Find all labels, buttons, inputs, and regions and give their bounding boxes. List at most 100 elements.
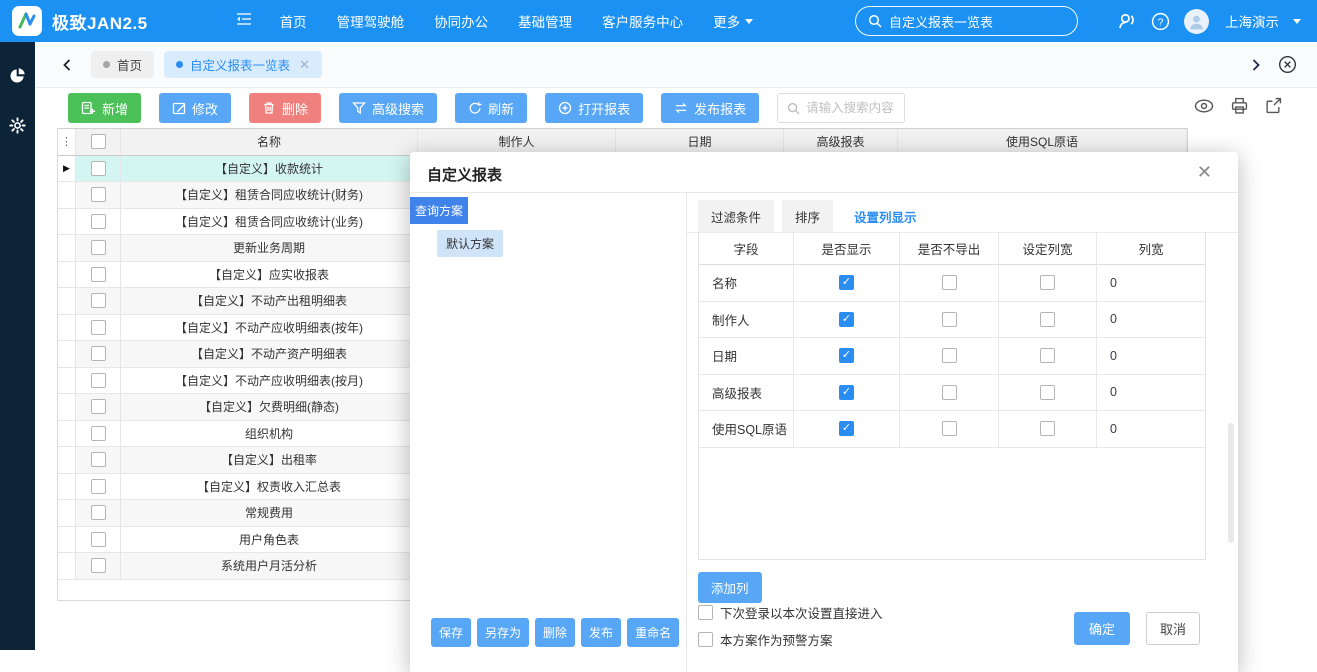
- announcement-icon[interactable]: [1118, 12, 1137, 31]
- toolbar-button-发布报表[interactable]: 发布报表: [661, 93, 759, 123]
- toolbar-button-新增[interactable]: 新增: [68, 93, 141, 123]
- user-avatar[interactable]: [1184, 9, 1209, 34]
- row-checkbox[interactable]: [91, 452, 106, 467]
- settings-tab-设置列显示[interactable]: 设置列显示: [841, 200, 930, 233]
- toolbar-button-删除[interactable]: 删除: [249, 93, 321, 123]
- row-checkbox[interactable]: [91, 161, 106, 176]
- no-export-checkbox[interactable]: [942, 348, 957, 363]
- row-checkbox[interactable]: [91, 293, 106, 308]
- grid-width-value[interactable]: 0: [1097, 411, 1205, 448]
- row-checkbox[interactable]: [91, 532, 106, 547]
- row-checkbox[interactable]: [91, 373, 106, 388]
- nav-item-more[interactable]: 更多: [713, 11, 753, 31]
- row-checkbox[interactable]: [91, 479, 106, 494]
- plan-button-发布[interactable]: 发布: [581, 618, 621, 647]
- nav-item-3[interactable]: 基础管理: [518, 11, 572, 31]
- nav-item-2[interactable]: 协同办公: [434, 11, 488, 31]
- plan-button-另存为[interactable]: 另存为: [477, 618, 529, 647]
- button-label: 删除: [282, 99, 308, 118]
- global-search[interactable]: 自定义报表一览表: [855, 6, 1078, 36]
- grid-width-value[interactable]: 0: [1097, 302, 1205, 339]
- tab-自定义报表一览表[interactable]: 自定义报表一览表✕: [164, 51, 322, 78]
- filter-icon: [352, 101, 366, 115]
- no-export-checkbox[interactable]: [942, 385, 957, 400]
- row-indicator-cell: [58, 368, 76, 395]
- gear-icon[interactable]: [0, 108, 35, 142]
- display-checkbox[interactable]: [839, 275, 854, 290]
- settings-tab-过滤条件[interactable]: 过滤条件: [698, 200, 774, 233]
- export-icon[interactable]: [1265, 97, 1282, 119]
- dialog-scrollbar[interactable]: [1228, 423, 1234, 543]
- help-icon[interactable]: ?: [1151, 12, 1170, 31]
- column-header-名称[interactable]: 名称: [121, 129, 418, 156]
- no-export-checkbox[interactable]: [942, 275, 957, 290]
- close-all-tabs-icon[interactable]: [1278, 55, 1297, 74]
- row-checkbox[interactable]: [91, 505, 106, 520]
- nav-item-1[interactable]: 管理驾驶舱: [337, 11, 405, 31]
- no-export-cell: [900, 411, 999, 448]
- toolbar-button-高级搜索[interactable]: 高级搜索: [339, 93, 437, 123]
- set-width-checkbox[interactable]: [1040, 348, 1055, 363]
- row-checkbox[interactable]: [91, 558, 106, 573]
- toolbar-button-打开报表[interactable]: 打开报表: [545, 93, 643, 123]
- dialog-close-icon[interactable]: ✕: [1197, 162, 1212, 183]
- display-checkbox[interactable]: [839, 385, 854, 400]
- app-logo[interactable]: [12, 6, 42, 36]
- set-width-checkbox[interactable]: [1040, 421, 1055, 436]
- table-search-input[interactable]: [806, 101, 901, 115]
- set-width-checkbox[interactable]: [1040, 312, 1055, 327]
- grid-field-name: 高级报表: [699, 375, 794, 412]
- row-checkbox[interactable]: [91, 426, 106, 441]
- tab-close-icon[interactable]: ✕: [299, 57, 310, 73]
- option-warning-plan[interactable]: 本方案作为预警方案: [698, 630, 833, 649]
- user-name[interactable]: 上海演示: [1225, 11, 1279, 31]
- cancel-button[interactable]: 取消: [1146, 612, 1200, 645]
- display-checkbox[interactable]: [839, 312, 854, 327]
- nav-item-0[interactable]: 首页: [280, 11, 307, 31]
- row-checkbox[interactable]: [91, 267, 106, 282]
- grid-width-value[interactable]: 0: [1097, 375, 1205, 412]
- grid-width-value[interactable]: 0: [1097, 338, 1205, 375]
- display-checkbox[interactable]: [839, 348, 854, 363]
- tabs-scroll-left-icon[interactable]: [61, 58, 73, 72]
- plan-button-删除[interactable]: 删除: [535, 618, 575, 647]
- no-export-checkbox[interactable]: [942, 421, 957, 436]
- select-all-checkbox[interactable]: [91, 134, 106, 149]
- no-export-checkbox[interactable]: [942, 312, 957, 327]
- tab-首页[interactable]: 首页: [91, 51, 154, 78]
- set-width-checkbox[interactable]: [1040, 385, 1055, 400]
- row-menu-icon[interactable]: ⋮: [58, 129, 76, 156]
- tree-node-default-plan[interactable]: 默认方案: [437, 230, 503, 257]
- user-menu-caret-icon[interactable]: [1293, 19, 1301, 24]
- menu-collapse-icon[interactable]: [236, 12, 252, 31]
- checkbox[interactable]: [698, 632, 713, 647]
- row-checkbox[interactable]: [91, 187, 106, 202]
- row-checkbox[interactable]: [91, 399, 106, 414]
- tabs-scroll-right-icon[interactable]: [1250, 58, 1262, 72]
- checkbox[interactable]: [698, 605, 713, 620]
- grid-field-name: 日期: [699, 338, 794, 375]
- confirm-button[interactable]: 确定: [1074, 612, 1130, 645]
- tree-node-query-plan[interactable]: 查询方案: [410, 197, 468, 224]
- plan-button-保存[interactable]: 保存: [431, 618, 471, 647]
- settings-tab-排序[interactable]: 排序: [782, 200, 833, 233]
- display-checkbox[interactable]: [839, 421, 854, 436]
- toolbar-button-修改[interactable]: 修改: [159, 93, 231, 123]
- nav-item-4[interactable]: 客户服务中心: [602, 11, 683, 31]
- print-icon[interactable]: [1231, 97, 1248, 119]
- pie-chart-icon[interactable]: [0, 58, 35, 92]
- plan-button-重命名[interactable]: 重命名: [627, 618, 679, 647]
- set-width-checkbox[interactable]: [1040, 275, 1055, 290]
- row-checkbox[interactable]: [91, 214, 106, 229]
- row-checkbox[interactable]: [91, 240, 106, 255]
- grid-width-value[interactable]: 0: [1097, 265, 1205, 302]
- add-column-button[interactable]: 添加列: [698, 572, 762, 603]
- toolbar-button-刷新[interactable]: 刷新: [455, 93, 527, 123]
- app-title: 极致JAN2.5: [52, 9, 148, 34]
- row-checkbox[interactable]: [91, 320, 106, 335]
- preview-icon[interactable]: [1194, 98, 1214, 119]
- row-checkbox[interactable]: [91, 346, 106, 361]
- table-search-box[interactable]: [777, 93, 905, 123]
- option-label: 下次登录以本次设置直接进入: [720, 603, 883, 622]
- option-enter-directly[interactable]: 下次登录以本次设置直接进入: [698, 603, 883, 622]
